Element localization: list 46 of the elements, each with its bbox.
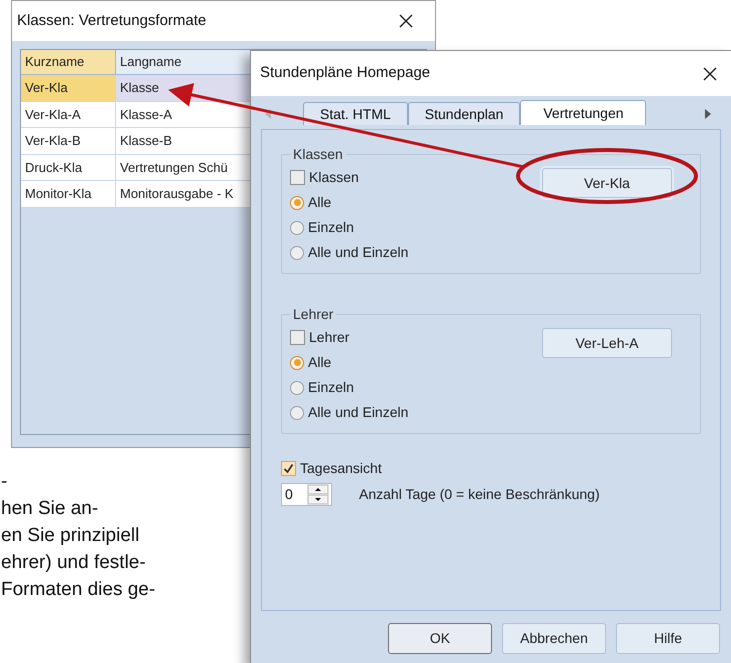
spin-up-icon[interactable] <box>308 485 328 494</box>
group-title: Lehrer <box>292 305 334 324</box>
radio-button[interactable] <box>290 246 304 260</box>
scroll-left-icon[interactable] <box>263 108 273 120</box>
checkbox-label: Tagesansicht <box>300 459 382 478</box>
radio-button[interactable] <box>290 196 304 210</box>
checkbox-label: Lehrer <box>309 328 350 347</box>
checkbox[interactable] <box>281 461 296 476</box>
radio-button[interactable] <box>290 356 304 370</box>
table-cell: Ver-Kla-B <box>21 128 116 155</box>
radio-button[interactable] <box>290 406 304 420</box>
tab[interactable]: Vertretungen <box>520 100 646 125</box>
format-button[interactable]: Ver-Kla <box>542 168 672 198</box>
number-spinner[interactable]: 0 <box>281 483 332 506</box>
body-text-line: hen Sie an- <box>1 497 100 521</box>
tab[interactable]: Stat. HTML <box>303 102 408 125</box>
radio-button[interactable] <box>290 380 304 394</box>
body-text-line: ehrer) und festle- <box>1 551 147 575</box>
radio-label: Einzeln <box>308 218 354 237</box>
check-icon <box>283 463 294 474</box>
spin-down-icon[interactable] <box>308 495 328 504</box>
window-title: Klassen: Vertretungsformate <box>17 10 206 31</box>
days-label: Anzahl Tage (0 = keine Beschränkung) <box>359 485 600 504</box>
checkbox[interactable] <box>290 170 305 185</box>
table-cell: Ver-Kla-A <box>21 102 116 128</box>
body-text-line: Formaten dies ge- <box>1 578 156 602</box>
table-cell: Monitor-Kla <box>21 181 116 208</box>
body-text-line: en Sie prinzipiell <box>1 524 140 548</box>
radio-label: Einzeln <box>308 378 354 397</box>
format-button[interactable]: Ver-Leh-A <box>542 328 672 358</box>
radio-label: Alle und Einzeln <box>308 243 408 262</box>
radio-label: Alle und Einzeln <box>308 403 408 422</box>
dialog-button[interactable]: Abbrechen <box>502 623 606 654</box>
table-cell: Druck-Kla <box>21 154 116 182</box>
radio-button[interactable] <box>290 220 304 234</box>
scroll-right-icon[interactable] <box>703 108 713 120</box>
radio-label: Alle <box>308 353 332 372</box>
body-text-line: - <box>1 470 8 494</box>
column-header[interactable]: Kurzname <box>21 50 116 75</box>
checkbox[interactable] <box>290 330 305 345</box>
tab[interactable]: Stundenplan <box>408 102 520 125</box>
close-icon[interactable] <box>703 66 717 80</box>
close-icon[interactable] <box>399 14 413 28</box>
dialog-button[interactable]: OK <box>388 623 492 654</box>
dialog-button[interactable]: Hilfe <box>616 623 720 654</box>
table-cell: Ver-Kla <box>21 75 116 102</box>
